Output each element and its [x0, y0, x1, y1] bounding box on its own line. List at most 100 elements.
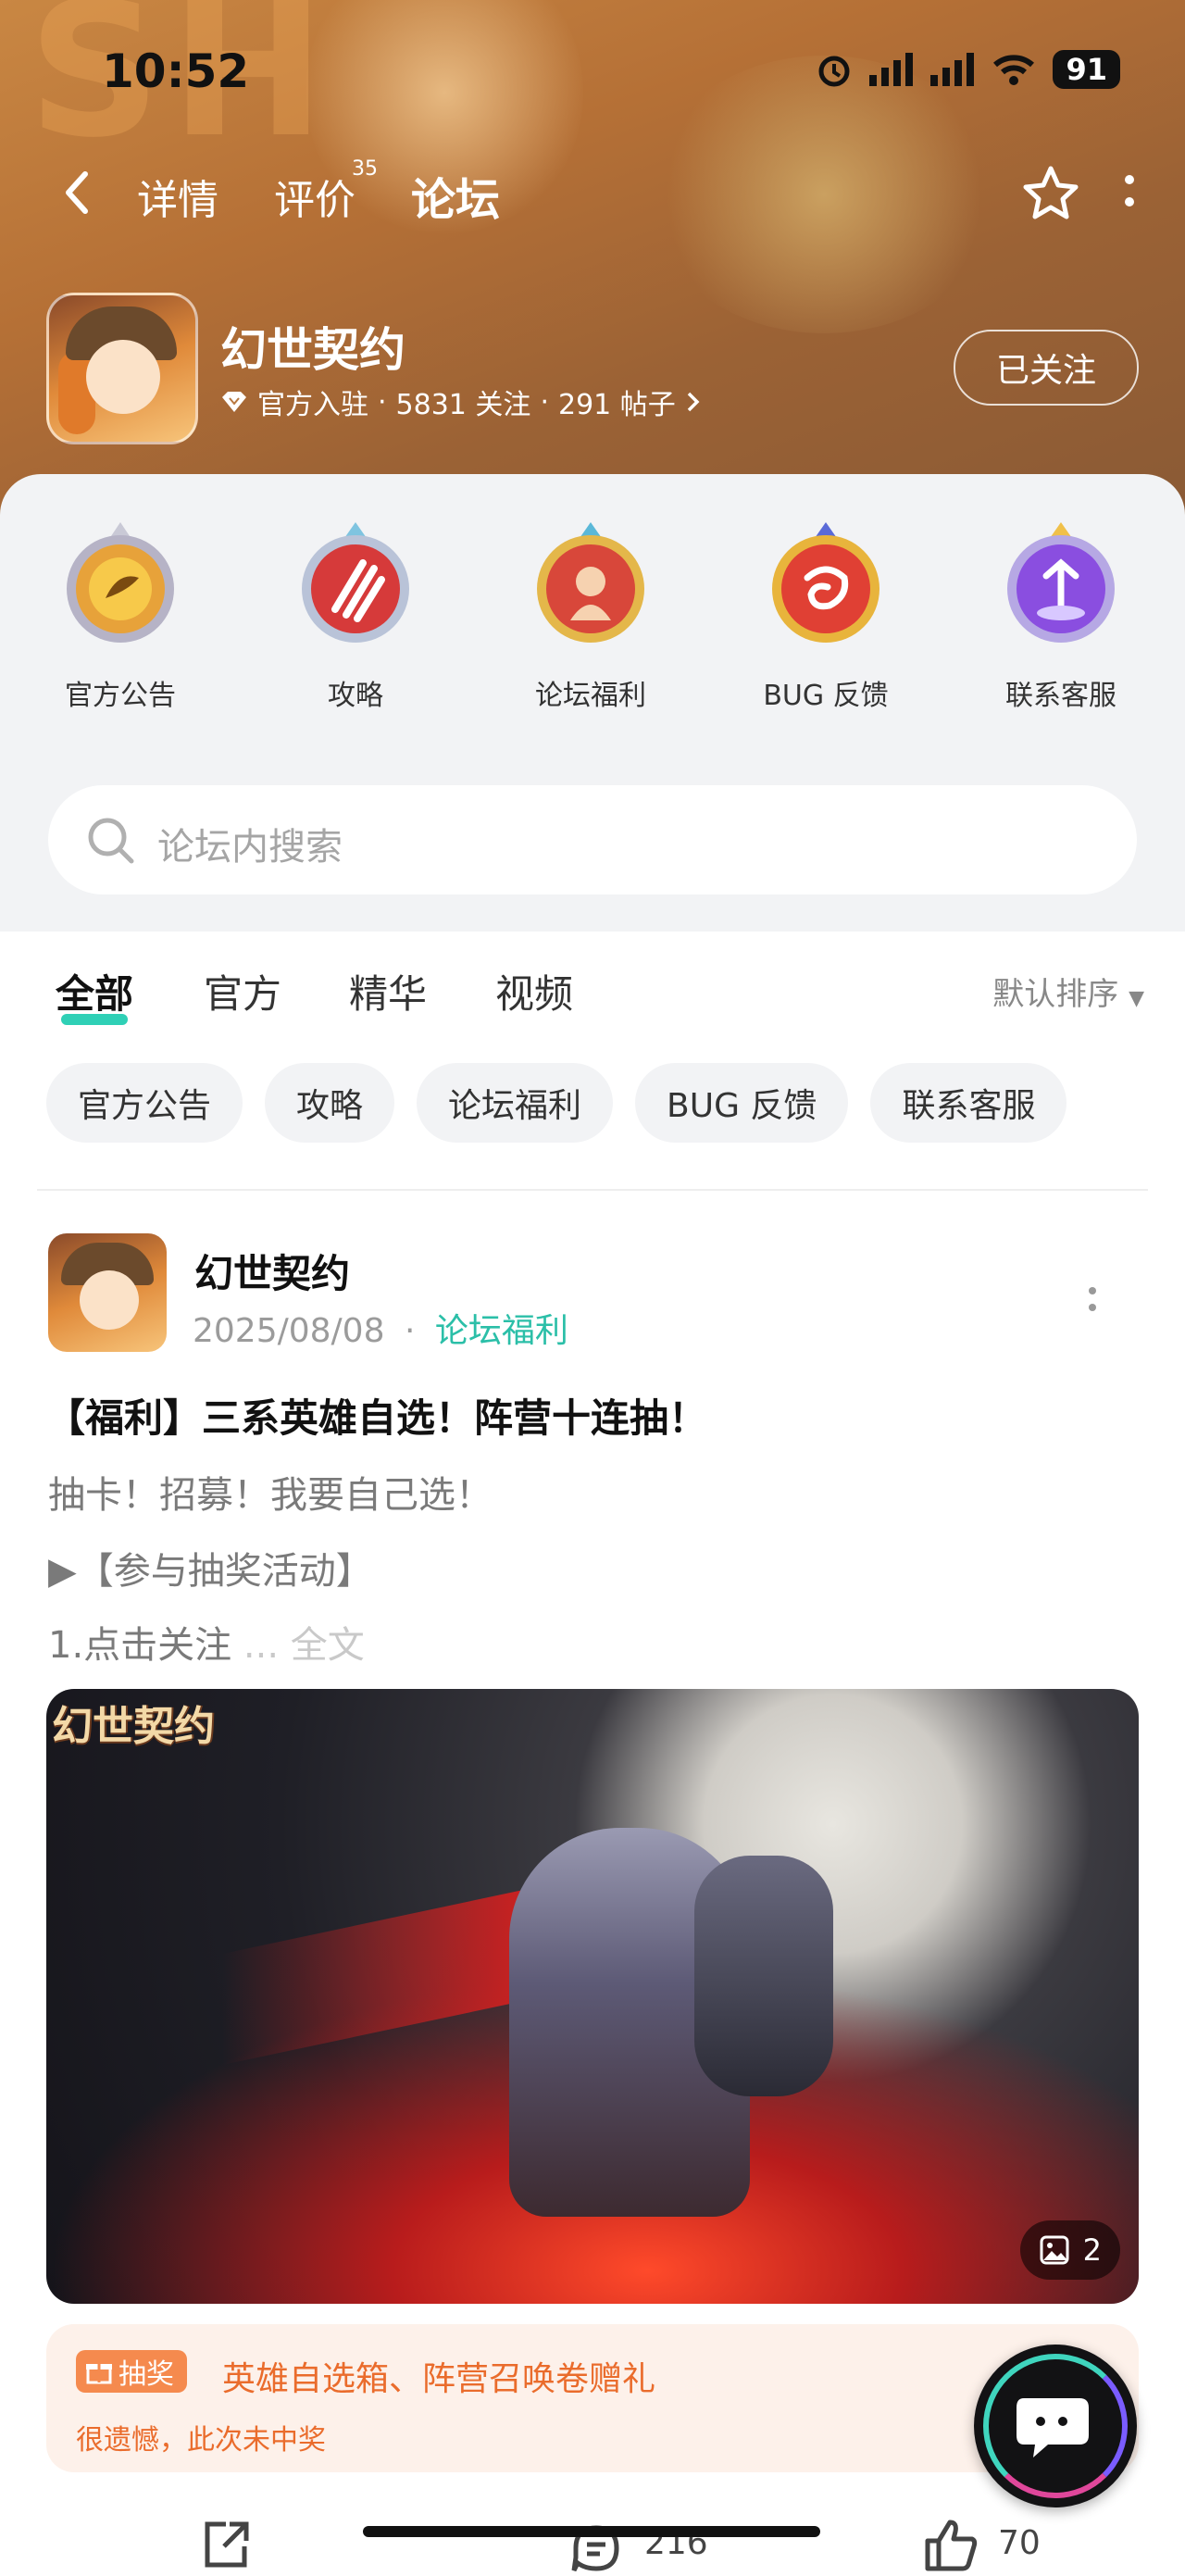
excerpt-ellipsis: ...: [243, 1624, 280, 1667]
lottery-badge: 抽奖: [76, 2350, 187, 2393]
post-category-tag[interactable]: 论坛福利: [435, 1312, 568, 1350]
post-date: 2025/08/08: [193, 1312, 385, 1350]
category-label: 论坛福利: [535, 680, 646, 712]
forum-search-bar[interactable]: 论坛内搜索: [48, 785, 1137, 894]
post-excerpt-text: 1.点击关注: [48, 1624, 232, 1667]
signal-icon-2: [930, 53, 975, 86]
chat-floating-button[interactable]: [974, 2345, 1137, 2507]
favorite-star-icon[interactable]: [1018, 161, 1083, 226]
tab-all-label: 全部: [56, 971, 134, 1017]
tab-all[interactable]: 全部: [56, 963, 134, 1025]
sort-dropdown[interactable]: 默认排序 ▼: [992, 969, 1144, 1014]
share-icon[interactable]: [198, 2517, 254, 2572]
author-avatar[interactable]: [48, 1233, 167, 1352]
category-label: BUG 反馈: [763, 680, 889, 712]
follower-count: 5831 关注: [395, 389, 531, 421]
image-count: 2: [1082, 2232, 1102, 2268]
home-indicator[interactable]: [363, 2526, 820, 2537]
image-horse: [694, 1856, 833, 2096]
gift-badge-icon: [537, 522, 644, 643]
post-more-icon[interactable]: [1083, 1278, 1102, 1324]
read-full-link[interactable]: 全文: [291, 1624, 365, 1667]
claw-badge-icon: [302, 522, 409, 643]
tab-featured[interactable]: 精华: [349, 963, 427, 1019]
alarm-icon: [818, 56, 850, 87]
verified-label: 官方入驻: [257, 389, 368, 421]
announcement-badge-icon: [67, 522, 174, 643]
gift-icon: [86, 2364, 112, 2384]
follow-button[interactable]: 已关注: [954, 330, 1139, 406]
caret-down-icon: ▼: [1129, 987, 1144, 1010]
thumbs-up-icon[interactable]: [922, 2517, 979, 2574]
post-excerpt-line: 抽卡！招募！我要自己选！: [48, 1474, 493, 1517]
avatar-face: [80, 1270, 139, 1330]
tab-details[interactable]: 详情: [137, 167, 218, 226]
search-icon: [88, 818, 134, 864]
post-count: 291 帖子: [557, 389, 676, 421]
top-nav: 详情 评价 35 论坛: [0, 157, 1185, 231]
tab-forum[interactable]: 论坛: [411, 163, 501, 231]
post-title[interactable]: 【福利】三系英雄自选！阵营十连抽！: [46, 1387, 707, 1444]
category-guides[interactable]: 攻略: [263, 517, 448, 713]
category-row: 官方公告 攻略 论坛福利 BUG 反馈 联系客服: [0, 517, 1185, 712]
tab-video[interactable]: 视频: [495, 963, 573, 1019]
verified-diamond-icon: [222, 392, 246, 412]
like-count: 70: [998, 2524, 1041, 2562]
tab-forum-label: 论坛: [411, 174, 501, 226]
category-customer-service[interactable]: 联系客服: [968, 517, 1154, 713]
lottery-badge-label: 抽奖: [118, 2358, 174, 2391]
filter-chips: 官方公告 攻略 论坛福利 BUG 反馈 联系客服: [46, 1063, 1067, 1143]
post-meta: 2025/08/08 · 论坛福利: [193, 1304, 568, 1352]
chip-guides[interactable]: 攻略: [265, 1063, 395, 1143]
signal-icon: [869, 53, 914, 86]
chat-bubble-icon: [1017, 2398, 1089, 2457]
service-badge-icon: [1007, 522, 1115, 643]
more-options-icon[interactable]: [1111, 167, 1148, 222]
post-author[interactable]: 幻世契约: [194, 1243, 350, 1299]
tab-official[interactable]: 官方: [204, 963, 281, 1019]
meta-separator: ·: [404, 1312, 416, 1350]
bug-badge-icon: [772, 522, 879, 643]
meta-separator: ·: [378, 385, 387, 419]
status-time: 10:52: [102, 44, 250, 98]
game-app-icon[interactable]: [46, 293, 198, 444]
chip-customer-service[interactable]: 联系客服: [870, 1063, 1067, 1143]
lottery-title: 英雄自选箱、阵营召唤卷赠礼: [222, 2360, 656, 2398]
chip-benefits[interactable]: 论坛福利: [417, 1063, 614, 1143]
post-excerpt-line: ▶【参与抽奖活动】: [48, 1550, 373, 1593]
lottery-card[interactable]: 抽奖 英雄自选箱、阵营召唤卷赠礼 很遗憾，此次未中奖: [46, 2324, 1139, 2472]
category-bug-report[interactable]: BUG 反馈: [733, 517, 918, 713]
game-hero-banner: SH 10:52 91 详情 评价 35 论坛 幻世契约 官方入驻 · 5831…: [0, 0, 1185, 519]
chip-bug-report[interactable]: BUG 反馈: [635, 1063, 849, 1143]
image-count-badge: 2: [1019, 2220, 1120, 2280]
chevron-right-icon: [687, 392, 700, 412]
status-icons: 91: [816, 50, 1120, 89]
lottery-result: 很遗憾，此次未中奖: [76, 2424, 326, 2457]
forum-panel: 官方公告 攻略 论坛福利 BUG 反馈 联系客服 论坛内搜索: [0, 474, 1185, 932]
back-arrow-icon[interactable]: [56, 165, 102, 220]
image-game-logo: 幻世契约: [52, 1703, 215, 1750]
game-header: 幻世契约 官方入驻 · 5831 关注 · 291 帖子 已关注: [46, 293, 1139, 444]
search-placeholder: 论坛内搜索: [157, 826, 343, 869]
tab-reviews[interactable]: 评价: [274, 167, 356, 226]
game-stats[interactable]: 官方入驻 · 5831 关注 · 291 帖子: [220, 381, 702, 422]
category-announcement[interactable]: 官方公告: [28, 517, 213, 713]
wifi-icon: [993, 55, 1035, 85]
review-count-badge: 35: [352, 157, 378, 181]
chip-announcement[interactable]: 官方公告: [46, 1063, 243, 1143]
game-title: 幻世契约: [220, 323, 405, 377]
category-label: 攻略: [328, 680, 383, 712]
icon-face: [86, 340, 160, 414]
gallery-icon: [1040, 2235, 1069, 2265]
category-label: 联系客服: [1005, 680, 1116, 712]
category-label: 官方公告: [65, 680, 176, 712]
status-bar: 10:52 91: [0, 44, 1185, 100]
feed-tabs: 全部 官方 精华 视频 默认排序 ▼: [0, 963, 1185, 1037]
battery-level: 91: [1053, 50, 1120, 89]
sort-label: 默认排序: [992, 976, 1119, 1013]
post-excerpt-line: 1.点击关注 ... 全文: [48, 1615, 365, 1669]
divider: [37, 1189, 1148, 1191]
category-benefits[interactable]: 论坛福利: [498, 517, 683, 713]
post-image[interactable]: 幻世契约 2: [46, 1689, 1139, 2304]
meta-separator-2: ·: [540, 385, 549, 419]
